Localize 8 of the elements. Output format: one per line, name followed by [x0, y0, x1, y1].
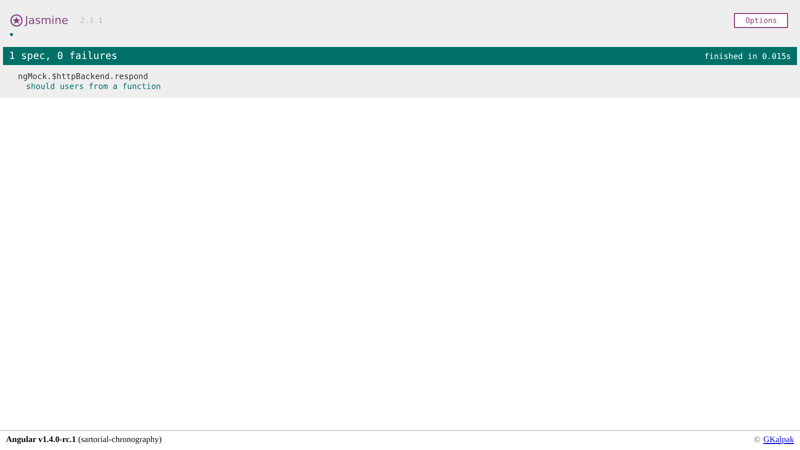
footer-title: Angular v1.4.0-rc.1 (sartorial-chronography) [6, 434, 162, 444]
copyright-sign: © [754, 434, 760, 444]
spec-link[interactable]: should users from a function [18, 82, 797, 91]
duration-text: finished in 0.015s [704, 52, 791, 60]
author-link[interactable]: GKalpak [763, 434, 794, 444]
summary-text: 1 spec, 0 failures [9, 50, 118, 62]
logo-text: Jasmine [25, 14, 68, 26]
suite-name: ngMock.$httpBackend.respond [18, 72, 150, 82]
